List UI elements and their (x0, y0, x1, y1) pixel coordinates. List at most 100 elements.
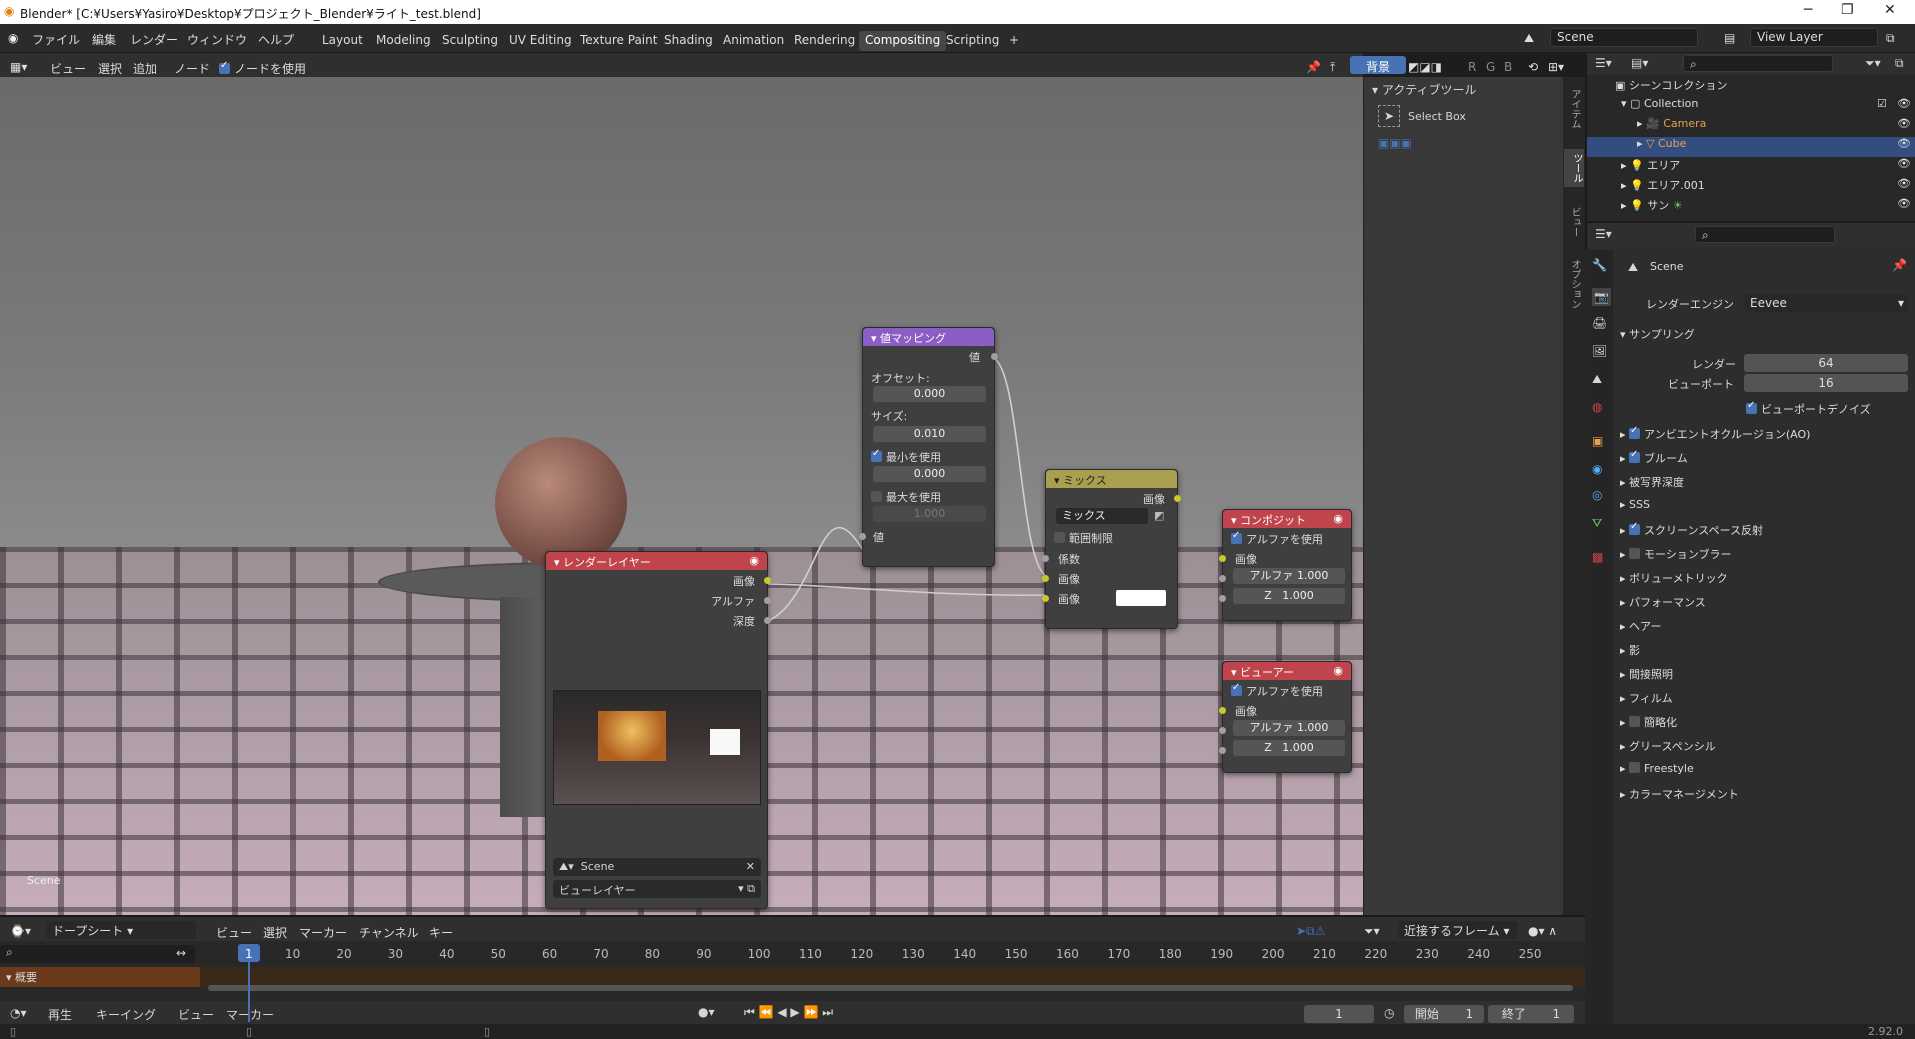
properties-panel-12[interactable]: ▸ 簡略化 (1620, 714, 1677, 730)
backdrop-toggle[interactable]: 背景 (1350, 56, 1406, 74)
close-button[interactable]: ✕ (1884, 2, 1896, 18)
eye-icon[interactable]: 👁 (1897, 117, 1911, 130)
marker-menu[interactable]: マーカー (226, 1006, 274, 1023)
properties-panel-5[interactable]: ▸ モーションブラー (1620, 546, 1731, 562)
rl-depth-socket[interactable] (764, 617, 771, 624)
new-view-layer-icon[interactable]: ⧉ (1886, 31, 1895, 46)
scene-tab-icon[interactable]: ⛰ (1592, 372, 1602, 387)
select-mode-icons[interactable]: ▣▣▣ (1378, 136, 1412, 150)
blend-mode-dropdown[interactable]: ミックス (1056, 508, 1148, 524)
outliner-item-cube[interactable]: ▸ ▽ Cube 👁 (1587, 137, 1915, 157)
tab-shading[interactable]: Shading (658, 31, 719, 51)
parent-node-tree-icon[interactable]: ⤒ (1330, 60, 1335, 75)
outliner-scene-collection[interactable]: ▣ シーンコレクション (1587, 77, 1915, 97)
composite-node[interactable]: ▾ コンポジット◉ アルファを使用 画像 アルファ 1.000 Z 1.000 (1219, 509, 1352, 621)
menu-help[interactable]: ヘルプ (258, 31, 294, 48)
object-tab-icon[interactable]: ▣ (1592, 434, 1603, 448)
data-tab-icon[interactable]: ⛛ (1592, 516, 1602, 531)
tab-modeling[interactable]: Modeling (370, 31, 437, 51)
auto-offset-icon[interactable]: ⟲ (1528, 60, 1538, 74)
menu-view[interactable]: ビュー (216, 924, 252, 941)
render-layers-node[interactable]: ▾ レンダーレイヤー ◉ 画像 アルファ 深度 ⛰▾ Scene ✕ ビューレイヤー… (545, 551, 771, 909)
composite-z-socket[interactable] (1219, 595, 1226, 602)
viewer-node[interactable]: ▾ ビューアー◉ アルファを使用 画像 アルファ 1.000 Z 1.000 (1219, 661, 1352, 773)
menu-marker[interactable]: マーカー (299, 924, 347, 941)
menu-window[interactable]: ウィンドウ (187, 31, 247, 48)
outliner-item-collection[interactable]: ▾ ▢ Collection ☑ 👁 (1587, 97, 1915, 117)
filter-icon[interactable]: ⏷▾ (1865, 56, 1881, 71)
only-selected-icon[interactable]: ➤⧉⚠ (1296, 924, 1325, 939)
add-workspace-button[interactable]: + (1003, 31, 1025, 51)
render-samples-field[interactable]: 64 (1744, 354, 1908, 372)
panel-checkbox[interactable] (1629, 449, 1641, 463)
properties-panel-15[interactable]: ▸ カラーマネージメント (1620, 786, 1739, 802)
scene-selector[interactable]: Scene (1550, 28, 1698, 47)
tool-tab-icon[interactable]: 🔧 (1592, 258, 1607, 272)
eye-icon[interactable]: 👁 (1897, 157, 1911, 170)
tab-layout[interactable]: Layout (316, 31, 369, 51)
minimize-button[interactable]: ─ (1804, 2, 1812, 18)
proportional-icon[interactable]: ●▾ ∧ (1528, 924, 1557, 938)
snap-dropdown[interactable]: 近接するフレーム ▾ (1398, 921, 1518, 939)
keying-menu[interactable]: キーイング (96, 1006, 156, 1023)
pin-icon[interactable]: 📌 (1306, 60, 1321, 74)
menu-add[interactable]: 追加 (133, 60, 157, 77)
panel-checkbox[interactable] (1629, 548, 1641, 559)
use-min-checkbox[interactable]: 最小を使用 (863, 446, 994, 466)
viewer-alpha-socket[interactable] (1219, 727, 1226, 734)
sidebar-tab-view[interactable]: ビュー (1567, 207, 1582, 237)
map-value-node[interactable]: ▾ 値マッピング 値 オフセット: 0.000 サイズ: 0.010 最小を使用… (859, 327, 998, 567)
display-mode-icon[interactable]: ▤▾ (1631, 56, 1648, 70)
mix-header[interactable]: ▾ ミックス (1046, 470, 1177, 488)
maximize-button[interactable]: ❐ (1841, 2, 1854, 18)
summary-channel[interactable]: ▾ 概要 (0, 967, 200, 987)
end-frame-field[interactable]: 終了 1 (1488, 1005, 1574, 1023)
swap-icon[interactable]: ↔ (176, 946, 186, 960)
render-icon[interactable]: ◉ (749, 554, 759, 567)
viewer-z-socket[interactable] (1219, 747, 1226, 754)
properties-panel-3[interactable]: ▸ SSS (1620, 498, 1650, 511)
mix-output-socket[interactable] (1174, 495, 1181, 502)
map-value-input-socket[interactable] (859, 533, 866, 540)
menu-file[interactable]: ファイル (32, 31, 80, 48)
use-alpha-icon[interactable]: ◩ (1154, 509, 1164, 522)
render-tab-icon[interactable]: 📷 (1592, 288, 1611, 306)
tab-scripting[interactable]: Scripting (940, 31, 1005, 51)
menu-view[interactable]: ビュー (50, 60, 86, 77)
tab-rendering[interactable]: Rendering (788, 31, 861, 51)
properties-panel-6[interactable]: ▸ ボリューメトリック (1620, 570, 1728, 586)
menu-select[interactable]: 選択 (263, 924, 287, 941)
channel-b[interactable]: B (1504, 60, 1512, 74)
composite-use-alpha-checkbox[interactable]: アルファを使用 (1223, 528, 1351, 548)
image2-socket[interactable] (1042, 595, 1049, 602)
viewer-alpha-field[interactable]: アルファ 1.000 (1233, 720, 1345, 736)
clamp-checkbox[interactable]: 範囲制限 (1046, 528, 1177, 548)
outliner-item-area001[interactable]: ▸ 💡 エリア.001 👁 (1587, 177, 1915, 197)
backdrop-mode-icon[interactable]: ◩◪◨ (1408, 60, 1442, 74)
current-frame-field[interactable]: 1 (1304, 1005, 1374, 1023)
composite-header[interactable]: ▾ コンポジット ◉ (1223, 510, 1351, 528)
properties-editor-icon[interactable]: ☰▾ (1595, 227, 1612, 241)
rl-alpha-socket[interactable] (764, 597, 771, 604)
sidebar-tab-item[interactable]: アイテム (1567, 89, 1582, 129)
channel-g[interactable]: G (1486, 60, 1495, 74)
eye-icon[interactable]: 👁 (1897, 177, 1911, 190)
image1-socket[interactable] (1042, 575, 1049, 582)
tab-sculpting[interactable]: Sculpting (436, 31, 504, 51)
editor-type-icon[interactable]: ▦▾ (10, 60, 27, 74)
panel-checkbox[interactable] (1629, 521, 1641, 535)
properties-panel-11[interactable]: ▸ フィルム (1620, 690, 1673, 706)
sampling-header[interactable]: ▾ サンプリング (1620, 326, 1695, 342)
viewer-image-socket[interactable] (1219, 707, 1226, 714)
rl-layer-selector[interactable]: ビューレイヤー ▾ ⧉ (553, 880, 761, 898)
dopesheet-mode-dropdown[interactable]: ドープシート ▾ (46, 921, 196, 939)
physics-tab-icon[interactable]: ◎ (1592, 488, 1602, 502)
properties-panel-7[interactable]: ▸ パフォーマンス (1620, 594, 1706, 610)
mix-node[interactable]: ▾ ミックス 画像 ミックス ◩ 範囲制限 係数 画像 画像 (1042, 469, 1181, 629)
channel-search[interactable]: ⌕ (0, 945, 195, 963)
channel-r[interactable]: R (1468, 60, 1476, 74)
render-engine-dropdown[interactable]: Eevee ▾ (1744, 294, 1908, 312)
menu-channel[interactable]: チャンネル (359, 924, 419, 941)
rl-scene-selector[interactable]: ⛰▾ Scene ✕ (553, 858, 761, 876)
tab-compositing[interactable]: Compositing (859, 31, 947, 51)
